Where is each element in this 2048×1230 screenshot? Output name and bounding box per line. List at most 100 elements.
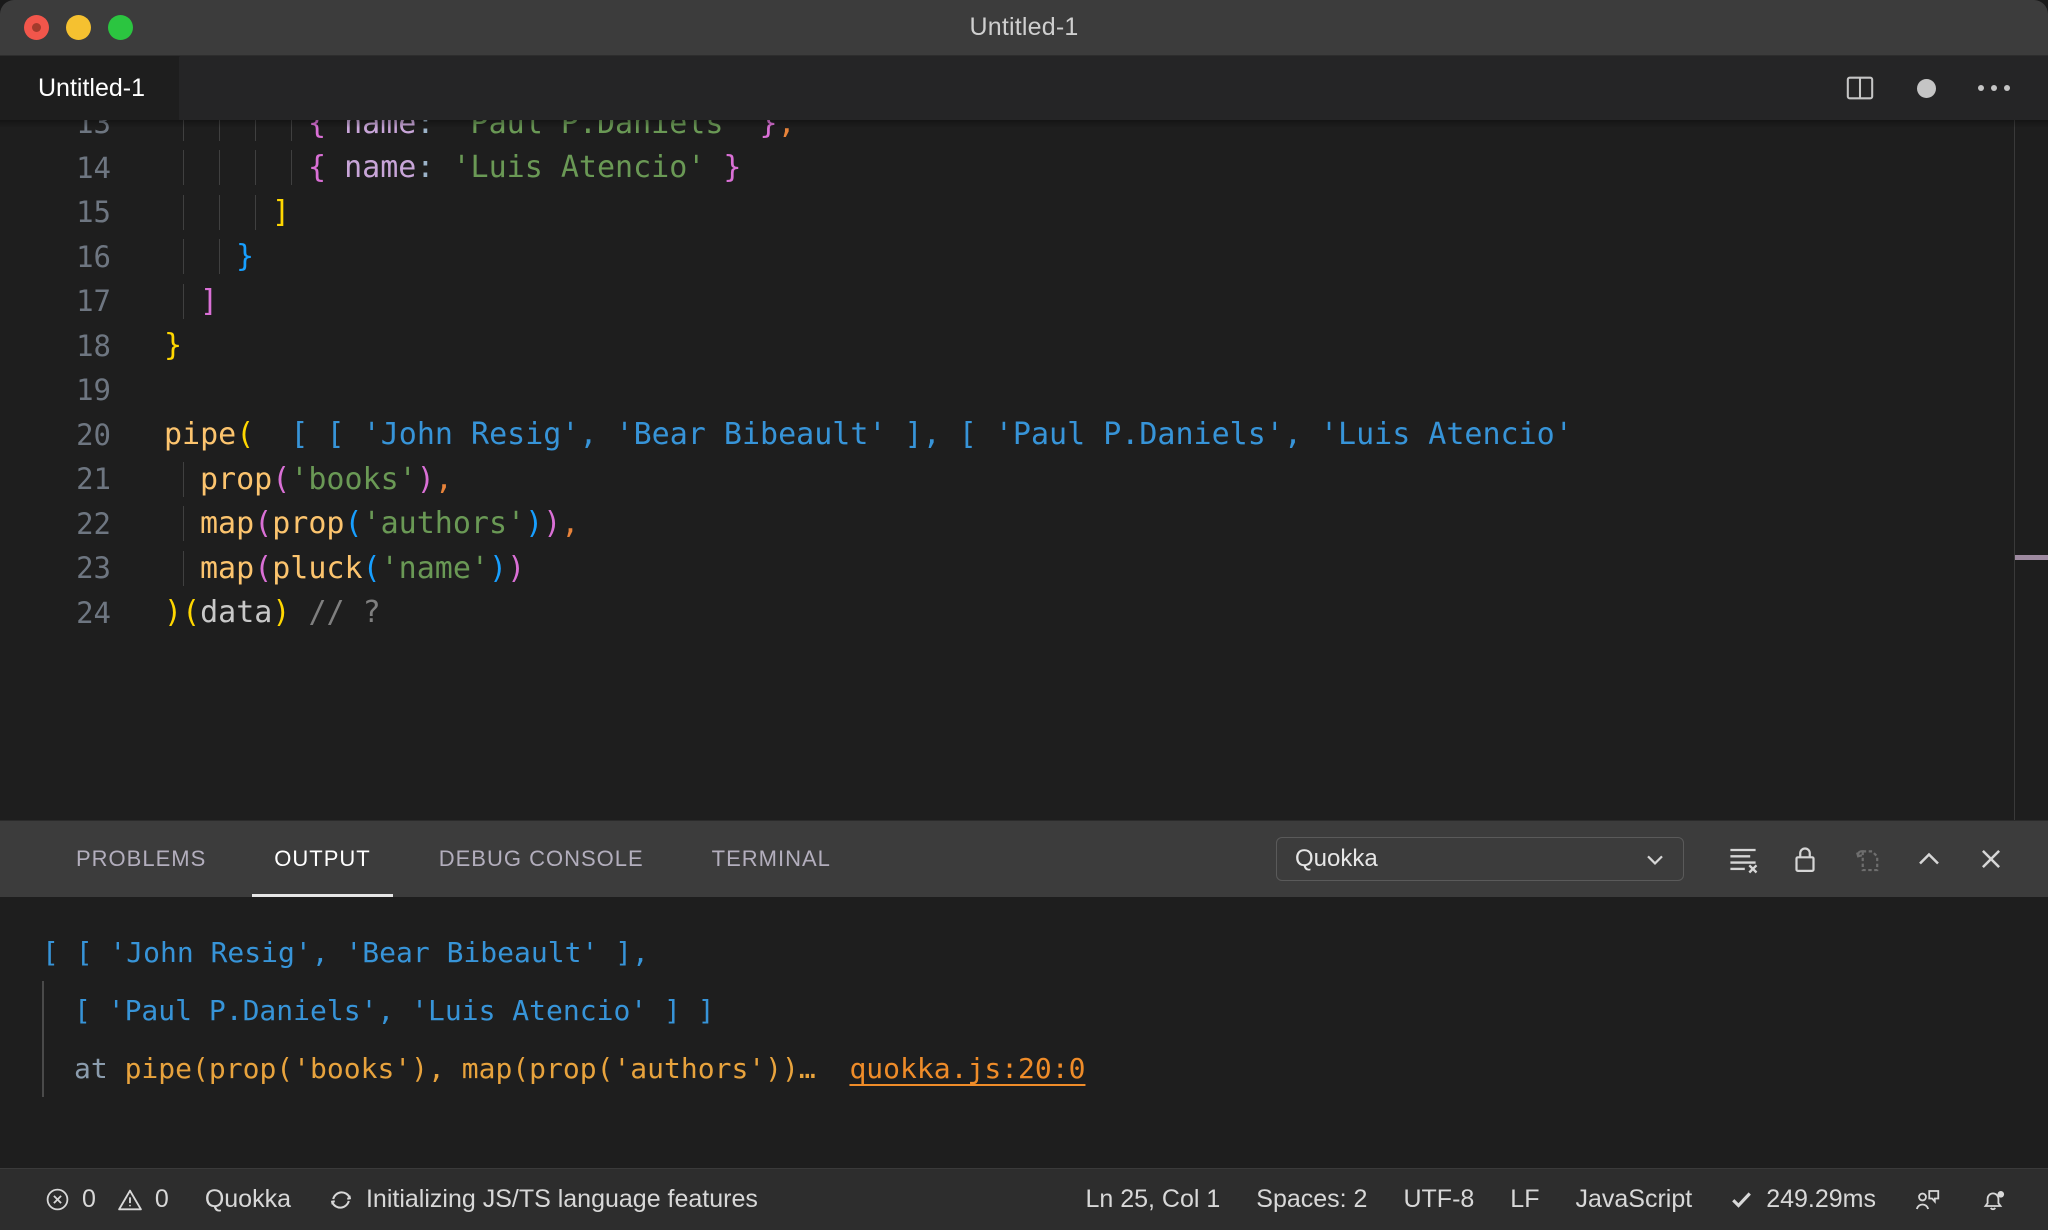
bottom-panel: PROBLEMS OUTPUT DEBUG CONSOLE TERMINAL Q…	[0, 820, 2048, 1168]
minimize-button[interactable]	[66, 15, 91, 40]
more-actions-icon[interactable]	[1978, 85, 2010, 91]
token-string: 'Luis Atencio'	[434, 150, 724, 186]
code-line: 13 { name: 'Paul P.Daniels' },	[0, 120, 2048, 146]
token-paren-close2: )	[272, 595, 291, 631]
token-colon: :	[416, 120, 435, 141]
token-variable-data: data	[200, 595, 273, 631]
status-encoding[interactable]: UTF-8	[1385, 1185, 1492, 1214]
output-value-line-1: [ [ 'John Resig', 'Bear Bibeault' ],	[42, 935, 649, 969]
status-eol[interactable]: LF	[1492, 1185, 1557, 1214]
split-editor-icon[interactable]	[1845, 73, 1875, 103]
code-text: )(data) // ?	[133, 595, 2048, 630]
token-paren-close: )	[543, 506, 562, 542]
code-line: 14 { name: 'Luis Atencio' }	[0, 146, 2048, 191]
token-bracket-close: ]	[200, 283, 219, 319]
code-text: map(prop('authors')),	[133, 506, 2048, 542]
unsaved-dot-icon[interactable]	[1917, 78, 1936, 98]
status-task-progress[interactable]: Initializing JS/TS language features	[309, 1185, 776, 1214]
panel-header-spacer	[877, 821, 1276, 897]
close-button[interactable]	[24, 15, 49, 40]
panel-tab-terminal[interactable]: TERMINAL	[690, 821, 853, 897]
token-function-prop: prop	[200, 461, 273, 497]
status-runtime[interactable]: 249.29ms	[1710, 1185, 1894, 1214]
status-language-mode[interactable]: JavaScript	[1557, 1185, 1710, 1214]
error-count: 0	[82, 1185, 96, 1213]
panel-tab-label: PROBLEMS	[76, 846, 207, 871]
editor-tabbar: Untitled-1	[0, 56, 2048, 120]
token-paren-open: (	[254, 506, 273, 542]
output-channel-select[interactable]: Quokka	[1276, 837, 1684, 881]
sync-spin-icon	[327, 1186, 355, 1214]
bell-dot-icon	[1978, 1185, 2008, 1215]
code-line: 17 ]	[0, 279, 2048, 324]
maximize-button[interactable]	[108, 15, 133, 40]
status-bar-right: Ln 25, Col 1 Spaces: 2 UTF-8 LF JavaScri…	[1067, 1185, 2048, 1215]
chevron-up-icon[interactable]	[1898, 828, 1960, 890]
panel-tab-output[interactable]: OUTPUT	[252, 821, 394, 897]
line-number: 14	[76, 150, 111, 185]
check-icon	[1728, 1186, 1755, 1213]
code-text: ]	[133, 194, 2048, 230]
code-line: 20 pipe( [ [ 'John Resig', 'Bear Bibeaul…	[0, 413, 2048, 458]
output-view[interactable]: [ [ 'John Resig', 'Bear Bibeault' ], [ '…	[0, 897, 2048, 1168]
editor-tab-untitled-1[interactable]: Untitled-1	[0, 56, 180, 120]
status-feedback[interactable]	[1894, 1185, 1960, 1215]
token-key: name	[326, 120, 417, 141]
tabbar-spacer	[180, 56, 1845, 120]
output-value-line-2: [ 'Paul P.Daniels', 'Luis Atencio' ] ]	[74, 993, 715, 1027]
code-text: map(pluck('name'))	[133, 550, 2048, 586]
encoding-label: UTF-8	[1403, 1185, 1475, 1213]
panel-tab-problems[interactable]: PROBLEMS	[54, 821, 228, 897]
indentation-label: Spaces: 2	[1256, 1185, 1368, 1213]
token-comma: ,	[561, 506, 580, 542]
token-string: 'books'	[290, 461, 417, 497]
status-bar: 0 0 Quokka Initializing JS/TS language f…	[0, 1168, 2048, 1230]
code-line: 19	[0, 368, 2048, 413]
token-comma: ,	[434, 461, 453, 497]
code-text: }	[133, 239, 2048, 275]
warning-count: 0	[154, 1185, 169, 1213]
status-quokka[interactable]: Quokka	[187, 1185, 309, 1214]
token-brace-close: }	[164, 328, 183, 364]
panel-tab-debug-console[interactable]: DEBUG CONSOLE	[417, 821, 666, 897]
code-text: prop('books'),	[133, 461, 2048, 497]
lock-scroll-icon[interactable]	[1774, 828, 1836, 890]
token-brace-close: }	[723, 150, 742, 186]
clear-output-icon[interactable]	[1712, 828, 1774, 890]
code-text: { name: 'Luis Atencio' }	[133, 150, 2048, 186]
line-number: 24	[76, 595, 111, 630]
status-cursor-position[interactable]: Ln 25, Col 1	[1067, 1185, 1238, 1214]
token-paren-close: )	[164, 595, 183, 631]
window-controls	[0, 15, 133, 40]
open-in-editor-icon[interactable]	[1836, 828, 1898, 890]
token-paren-open: (	[272, 461, 291, 497]
code-text: pipe( [ [ 'John Resig', 'Bear Bibeault' …	[133, 417, 2048, 452]
feedback-icon	[1912, 1185, 1942, 1215]
quokka-inline-value: [ [ 'John Resig', 'Bear Bibeault' ], [ '…	[254, 417, 1573, 453]
token-brace-open: {	[308, 150, 327, 186]
runtime-label: 249.29ms	[1766, 1185, 1876, 1213]
token-paren-open: (	[182, 595, 201, 631]
output-source-link[interactable]: quokka.js:20:0	[849, 1052, 1085, 1085]
close-icon[interactable]	[1960, 828, 2022, 890]
panel-tabs: PROBLEMS OUTPUT DEBUG CONSOLE TERMINAL	[0, 821, 877, 897]
code-line: 21 prop('books'),	[0, 457, 2048, 502]
token-paren-close-inner: )	[489, 550, 508, 586]
chevron-down-icon	[1641, 845, 1669, 873]
token-string: 'name'	[380, 550, 489, 586]
code-text: { name: 'Paul P.Daniels' },	[133, 120, 2048, 141]
code-editor[interactable]: 13 { name: 'Paul P.Daniels' }, 14 { name…	[0, 120, 2048, 820]
output-line: [ [ 'John Resig', 'Bear Bibeault' ],	[42, 923, 2048, 981]
line-number: 15	[76, 195, 111, 230]
code-text: }	[133, 328, 2048, 363]
token-paren-open: (	[254, 550, 273, 586]
token-string: 'Paul P.Daniels'	[434, 120, 760, 141]
error-circle-icon	[44, 1186, 71, 1213]
token-comment: // ?	[290, 595, 381, 631]
status-notifications[interactable]	[1960, 1185, 2026, 1215]
status-problems[interactable]: 0 0	[26, 1185, 187, 1214]
token-function-prop: prop	[272, 506, 345, 542]
status-indentation[interactable]: Spaces: 2	[1238, 1185, 1385, 1214]
output-stack-trace: pipe(prop('books'), map(prop('authors'))…	[124, 1051, 850, 1085]
token-function-map: map	[200, 550, 255, 586]
